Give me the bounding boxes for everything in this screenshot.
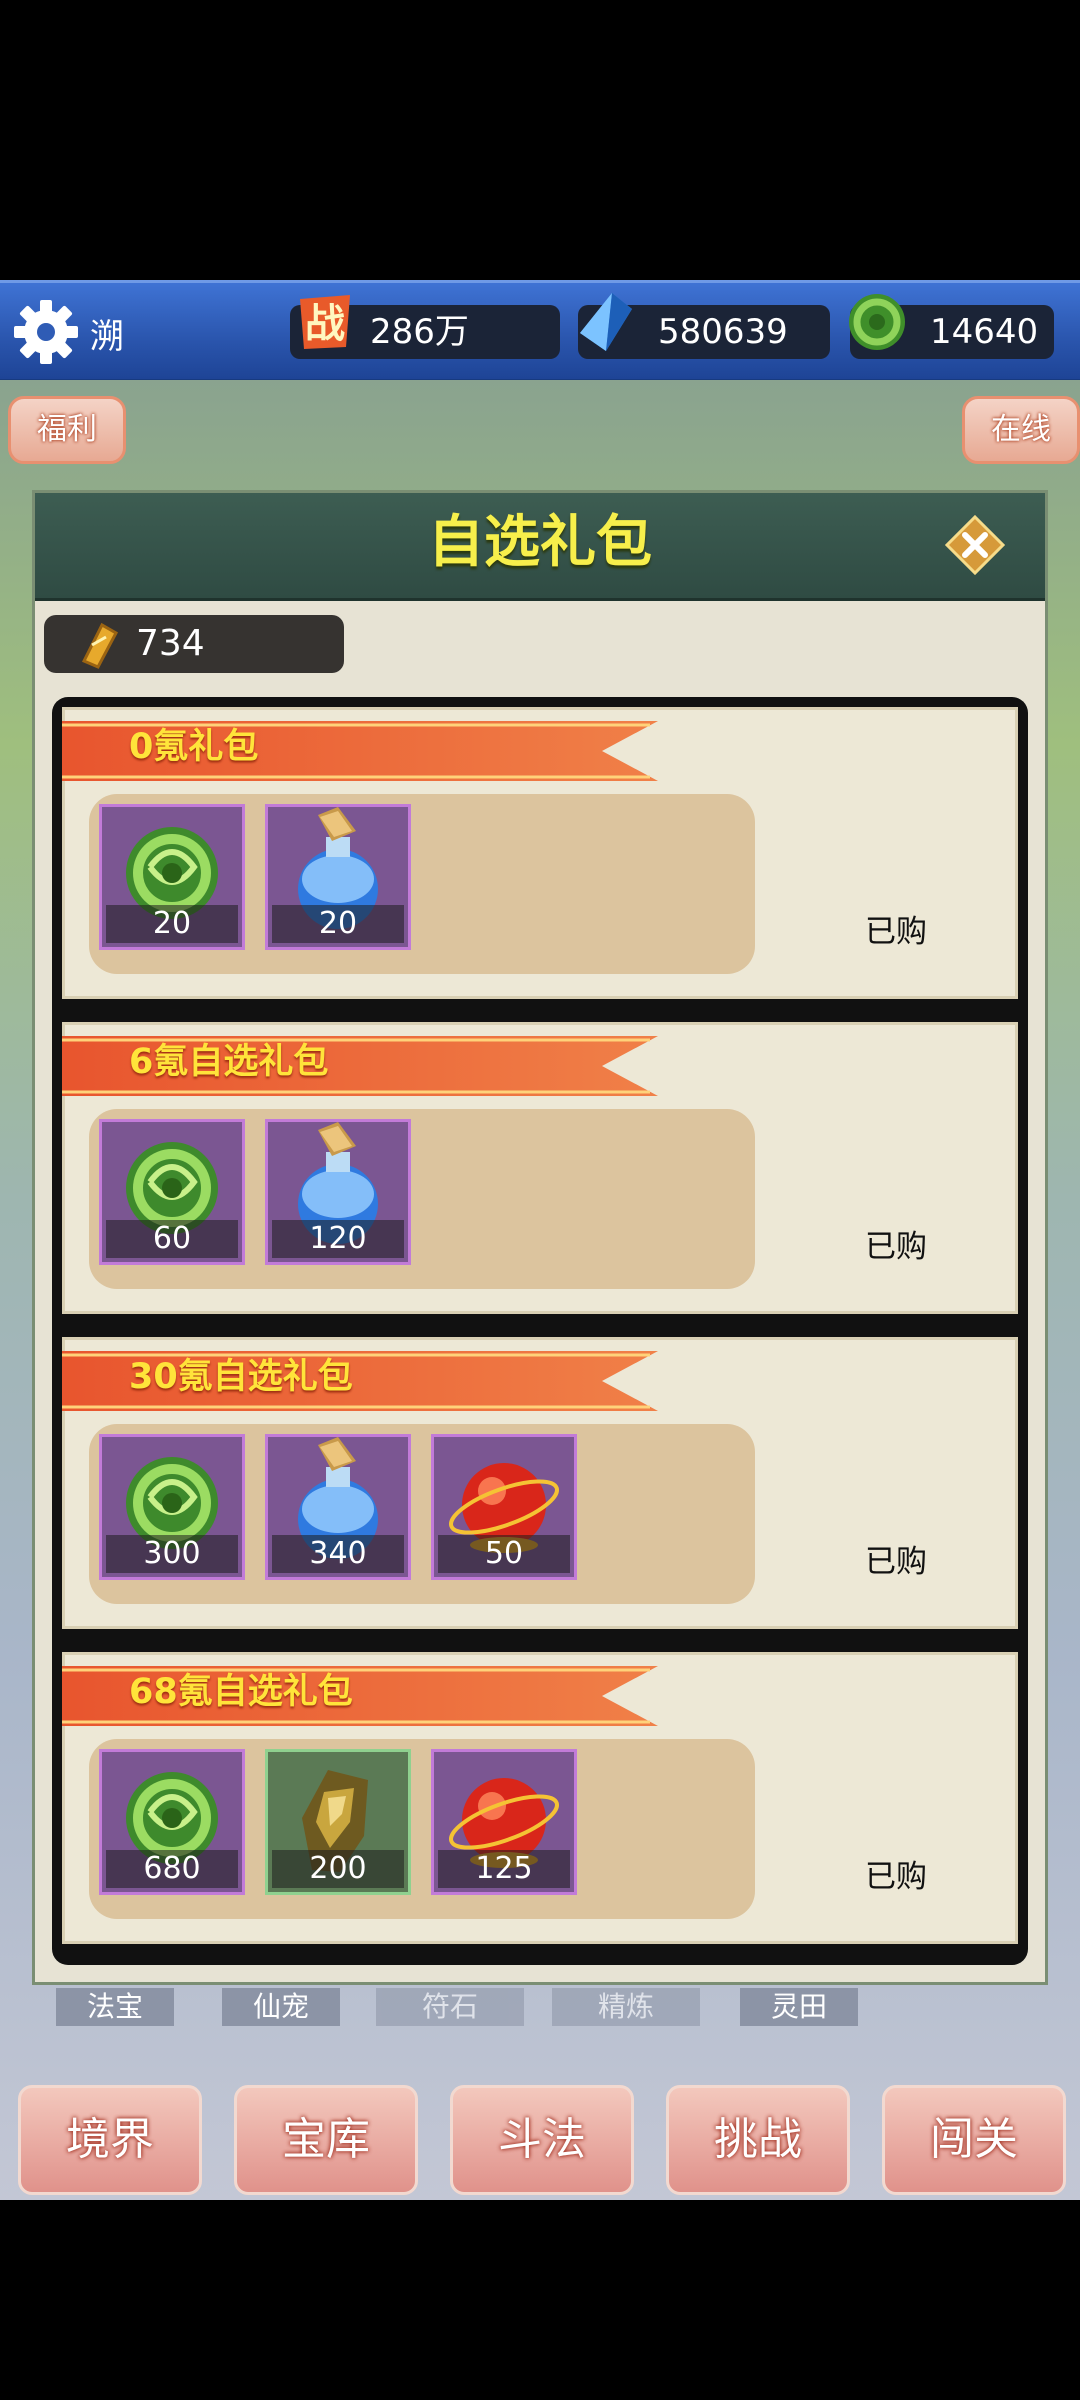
nav-duel-button[interactable]: 斗法: [450, 2085, 634, 2195]
crystal-value: 580639: [658, 312, 788, 352]
dialog-title: 自选礼包: [428, 510, 652, 575]
welfare-button[interactable]: 福利: [8, 396, 126, 464]
reward-item-slot[interactable]: 125: [431, 1749, 577, 1895]
reward-item-slot[interactable]: 120: [265, 1119, 411, 1265]
power-value: 286万: [370, 312, 469, 352]
pack-item-tray: 300 340 50: [89, 1424, 755, 1604]
purchased-status: 已购: [865, 1544, 927, 1580]
close-icon[interactable]: [945, 515, 1005, 575]
gift-pack-card: 30氪自选礼包 300 340 50 已购: [62, 1337, 1018, 1629]
tab-fushi[interactable]: 符石: [376, 1988, 524, 2026]
tab-jinglian[interactable]: 精炼: [552, 1988, 700, 2026]
tab-xianchong[interactable]: 仙宠: [222, 1988, 340, 2026]
jade-value: 14640: [930, 312, 1039, 352]
item-quantity: 120: [272, 1220, 404, 1258]
reward-item-slot[interactable]: 200: [265, 1749, 411, 1895]
online-button[interactable]: 在线: [962, 396, 1080, 464]
purchased-status: 已购: [865, 1229, 927, 1265]
pack-name: 6氪自选礼包: [129, 1042, 329, 1082]
settings-gear-icon[interactable]: [12, 298, 80, 366]
item-quantity: 340: [272, 1535, 404, 1573]
coupon-scroll-icon: [81, 622, 119, 669]
item-quantity: 200: [272, 1850, 404, 1888]
gift-pack-card: 68氪自选礼包 680 200 125 已购: [62, 1652, 1018, 1944]
battle-power-icon: 战: [300, 295, 350, 349]
pack-name: 0氪礼包: [129, 727, 259, 767]
purchased-status: 已购: [865, 914, 927, 950]
nav-stage-button[interactable]: 闯关: [882, 2085, 1066, 2195]
gift-pack-card: 6氪自选礼包 60 120 已购: [62, 1022, 1018, 1314]
reward-item-slot[interactable]: 20: [265, 804, 411, 950]
item-quantity: 20: [106, 905, 238, 943]
coupon-balance: 734: [44, 615, 344, 673]
pack-list: 0氪礼包 20 20 已购 6氪自选礼包 60 120 已购 30氪自选礼包 3…: [52, 697, 1028, 1965]
item-quantity: 300: [106, 1535, 238, 1573]
gift-pack-card: 0氪礼包 20 20 已购: [62, 707, 1018, 999]
reward-item-slot[interactable]: 680: [99, 1749, 245, 1895]
nav-challenge-button[interactable]: 挑战: [666, 2085, 850, 2195]
reward-item-slot[interactable]: 60: [99, 1119, 245, 1265]
jade-currency-icon: [849, 294, 905, 350]
nav-treasury-button[interactable]: 宝库: [234, 2085, 418, 2195]
reward-item-slot[interactable]: 20: [99, 804, 245, 950]
item-quantity: 680: [106, 1850, 238, 1888]
item-quantity: 50: [438, 1535, 570, 1573]
pack-item-tray: 60 120: [89, 1109, 755, 1289]
pack-name: 68氪自选礼包: [129, 1672, 353, 1712]
player-name: 溯: [90, 317, 124, 357]
power-glyph: 战: [305, 301, 345, 347]
pack-name: 30氪自选礼包: [129, 1357, 353, 1397]
purchased-status: 已购: [865, 1859, 927, 1895]
item-quantity: 60: [106, 1220, 238, 1258]
reward-item-slot[interactable]: 340: [265, 1434, 411, 1580]
item-quantity: 20: [272, 905, 404, 943]
tab-fabao[interactable]: 法宝: [56, 1988, 174, 2026]
item-quantity: 125: [438, 1850, 570, 1888]
top-resource-bar: 溯 286万 战 580639 14640: [0, 280, 1080, 383]
reward-item-slot[interactable]: 300: [99, 1434, 245, 1580]
reward-item-slot[interactable]: 50: [431, 1434, 577, 1580]
nav-realm-button[interactable]: 境界: [18, 2085, 202, 2195]
coupon-count: 734: [136, 623, 205, 664]
crystal-icon: [580, 293, 632, 351]
pack-item-tray: 20 20: [89, 794, 755, 974]
pack-item-tray: 680 200 125: [89, 1739, 755, 1919]
tab-lingtian[interactable]: 灵田: [740, 1988, 858, 2026]
